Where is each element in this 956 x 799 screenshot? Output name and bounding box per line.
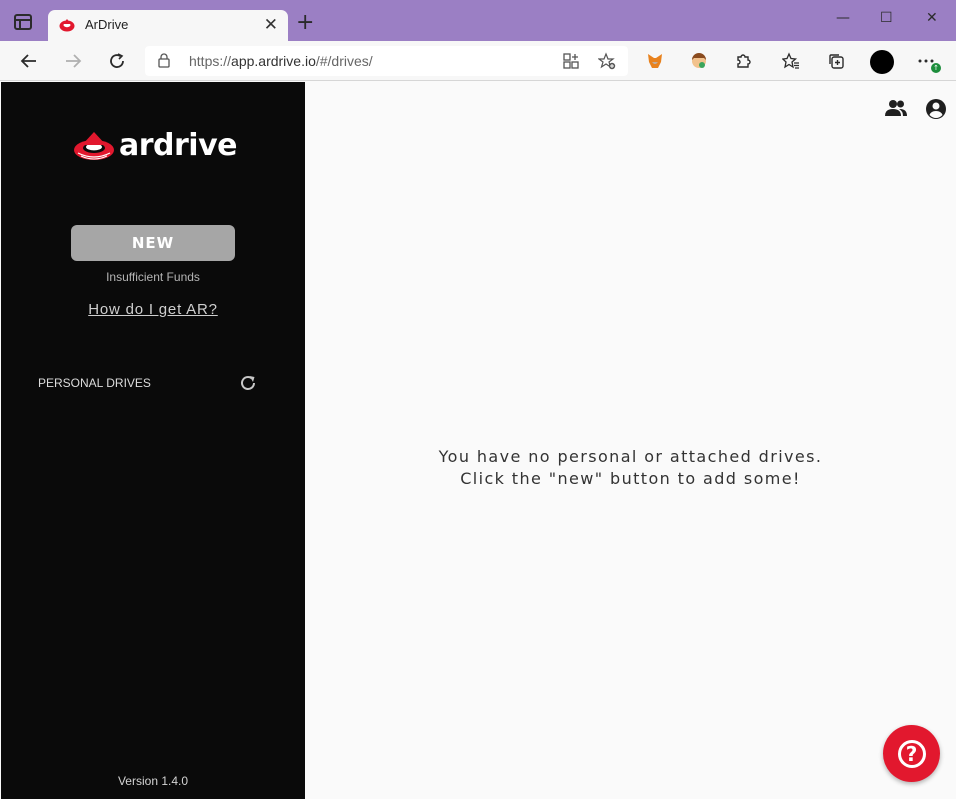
refresh-icon[interactable]: [105, 49, 129, 73]
help-button[interactable]: ?: [883, 725, 940, 782]
empty-message-line2: Click the "new" button to add some!: [460, 469, 801, 488]
metamask-fox-icon[interactable]: [643, 49, 667, 73]
back-arrow-icon[interactable]: [17, 49, 41, 73]
update-available-icon: ↑: [931, 63, 941, 73]
browser-titlebar: ArDrive ✕ + — ☐ ✕: [0, 0, 956, 41]
app-available-icon[interactable]: [559, 49, 583, 73]
tab-actions-icon[interactable]: [14, 14, 32, 30]
tab-title: ArDrive: [85, 17, 129, 32]
address-bar[interactable]: https://app.ardrive.io/#/drives/: [145, 46, 628, 76]
url-text[interactable]: https://app.ardrive.io/#/drives/: [189, 53, 373, 69]
new-button[interactable]: NEW: [71, 225, 235, 261]
personal-drives-label: PERSONAL DRIVES: [38, 376, 151, 390]
sidebar: ardrive NEW Insufficient Funds How do I …: [1, 82, 305, 799]
collections-icon[interactable]: [824, 49, 848, 73]
version-text: Version 1.4.0: [117, 774, 189, 788]
browser-toolbar: https://app.ardrive.io/#/drives/ ↑: [0, 41, 956, 81]
profile-extension-icon[interactable]: [687, 49, 711, 73]
profile-avatar[interactable]: [870, 50, 894, 74]
ardrive-logo: ardrive: [73, 128, 238, 163]
main-content: You have no personal or attached drives.…: [305, 82, 956, 799]
browser-tab[interactable]: ArDrive ✕: [48, 10, 288, 41]
help-question-icon: ?: [897, 739, 926, 768]
extensions-puzzle-icon[interactable]: [731, 49, 755, 73]
refresh-drives-icon[interactable]: [239, 374, 257, 392]
logo-wordmark: ardrive: [119, 128, 238, 163]
empty-message-line1: You have no personal or attached drives.: [438, 447, 823, 466]
minimize-button[interactable]: —: [836, 10, 850, 26]
add-favorite-icon[interactable]: [595, 49, 619, 73]
close-window-button[interactable]: ✕: [926, 10, 938, 26]
maximize-button[interactable]: ☐: [880, 10, 893, 26]
ardrive-favicon-icon: [59, 19, 75, 32]
account-circle-icon[interactable]: [925, 98, 947, 120]
favorites-icon[interactable]: [779, 49, 803, 73]
empty-drives-message: You have no personal or attached drives.…: [305, 446, 956, 490]
insufficient-funds-text: Insufficient Funds: [106, 270, 200, 284]
forward-arrow-icon[interactable]: [61, 49, 85, 73]
shared-drives-icon[interactable]: [884, 99, 908, 117]
new-tab-button[interactable]: +: [296, 12, 314, 34]
tab-close-icon[interactable]: ✕: [264, 15, 278, 35]
how-get-ar-link[interactable]: How do I get AR?: [1, 301, 305, 318]
ardrive-logo-icon: [74, 131, 114, 160]
lock-icon[interactable]: [158, 53, 170, 68]
